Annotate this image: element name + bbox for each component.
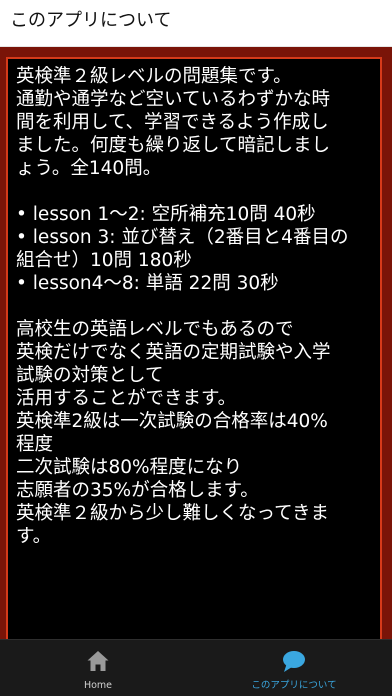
tab-home[interactable]: Home (0, 640, 196, 696)
content-frame[interactable]: 英検準２級レベルの問題集です。 通勤や通学など空いているわずかな時 間を利用して… (0, 47, 392, 639)
tab-about[interactable]: このアプリについて (196, 640, 392, 696)
description-line: 試験の対策として (16, 365, 164, 386)
lesson-item: • lesson4～8: 単語 22問 30秒 (16, 273, 279, 294)
description-line: 活用することができます。 (16, 388, 237, 409)
description-text: 英検準２級レベルの問題集です。 通勤や通学など空いているわずかな時 間を利用して… (16, 65, 376, 548)
description-line: 英検準２級から少し難しくなってきま (16, 503, 330, 524)
description-line: 二次試験は80%程度になり (16, 457, 243, 478)
description-line: 英検準2級は一次試験の合格率は40% (16, 411, 328, 432)
description-line: 英検だけでなく英語の定期試験や入学 (16, 342, 331, 363)
tab-about-label: このアプリについて (251, 680, 337, 691)
description-line: 志願者の35%が合格します。 (16, 480, 259, 501)
page-title: このアプリについて (10, 10, 172, 31)
title-bar: このアプリについて (0, 0, 392, 47)
description-line: ました。何度も繰り返して暗記しまし (16, 135, 330, 156)
description-line: 高校生の英語レベルでもあるので (16, 319, 294, 340)
app-root: このアプリについて 英検準２級レベルの問題集です。 通勤や通学など空いているわず… (0, 0, 392, 696)
lesson-item: • lesson 1～2: 空所補充10問 40秒 (16, 204, 316, 225)
lesson-item-continued: 組合せ）10問 180秒 (16, 250, 192, 271)
home-icon (87, 651, 109, 671)
description-line: 通勤や通学など空いているわずかな時 (16, 89, 330, 110)
bottom-tab-bar: Home このアプリについて (0, 639, 392, 696)
description-line: 英検準２級レベルの問題集です。 (16, 66, 292, 87)
description-line: 程度 (16, 434, 54, 455)
tab-home-label: Home (83, 680, 113, 691)
description-line: す。 (16, 526, 52, 547)
description-line: ょう。全140問。 (16, 158, 162, 179)
description-panel: 英検準２級レベルの問題集です。 通勤や通学など空いているわずかな時 間を利用して… (6, 57, 382, 639)
description-line: 間を利用して、学習できるよう作成し (16, 112, 329, 133)
lesson-item: • lesson 3: 並び替え（2番目と4番目の (16, 227, 349, 248)
chat-bubble-icon (283, 651, 305, 672)
